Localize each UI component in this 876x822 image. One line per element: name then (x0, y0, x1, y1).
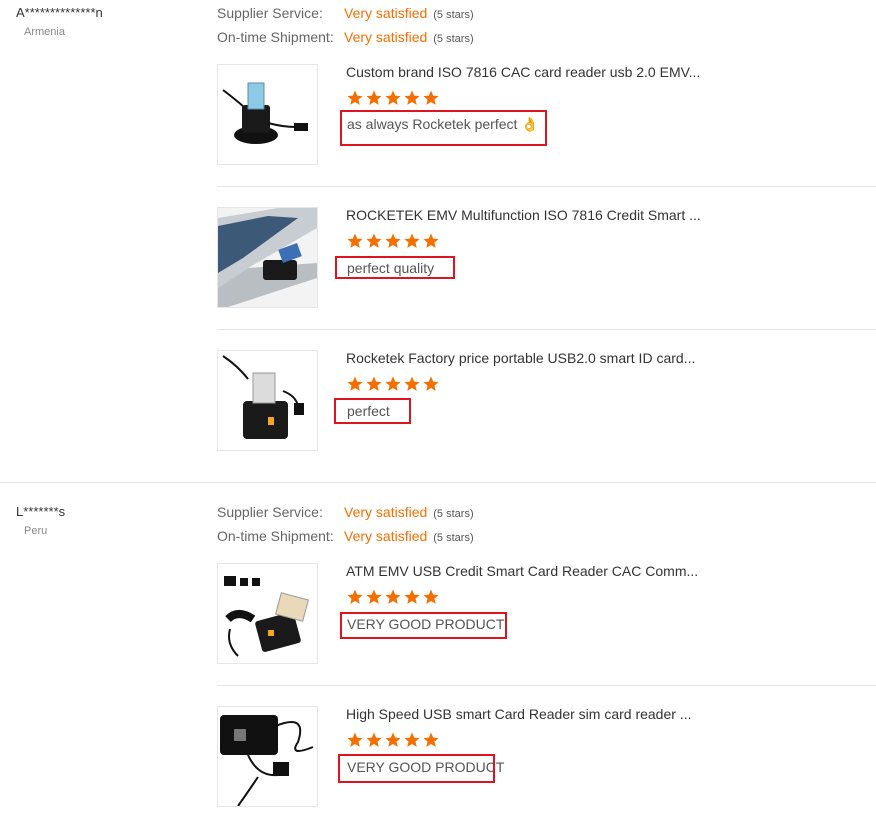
star-icon (346, 731, 364, 749)
highlight-box (334, 398, 411, 424)
shipment-value: Very satisfied (344, 29, 428, 45)
star-icon (365, 731, 383, 749)
buyer-name: L*******s (16, 504, 66, 519)
supplier-service-label: Supplier Service: (217, 504, 323, 520)
buyer-name: A**************n (16, 5, 103, 20)
shipment-stars: (5 stars) (433, 532, 474, 544)
star-icon (403, 375, 421, 393)
review-item: Custom brand ISO 7816 CAC card reader us… (217, 64, 876, 166)
star-icon (384, 731, 402, 749)
star-icon (422, 232, 440, 250)
card-reader-icon (220, 715, 314, 806)
buyer-country: Armenia (24, 26, 65, 38)
product-thumbnail[interactable] (217, 350, 318, 451)
product-title[interactable]: Custom brand ISO 7816 CAC card reader us… (346, 64, 700, 80)
rating-stars (346, 232, 441, 250)
item-divider (217, 186, 876, 187)
item-divider (217, 685, 876, 686)
buyer-divider (0, 482, 876, 483)
highlight-box (338, 754, 495, 783)
product-title[interactable]: ATM EMV USB Credit Smart Card Reader CAC… (346, 563, 698, 579)
star-icon (365, 232, 383, 250)
review-item: High Speed USB smart Card Reader sim car… (217, 706, 876, 808)
shipment-stars: (5 stars) (433, 33, 474, 45)
card-reader-icon (222, 82, 308, 144)
star-icon (422, 375, 440, 393)
product-title[interactable]: Rocketek Factory price portable USB2.0 s… (346, 350, 695, 366)
supplier-service-value: Very satisfied (344, 5, 428, 21)
highlight-box (340, 110, 547, 146)
buyer-country: Peru (24, 525, 48, 537)
review-item: ROCKETEK EMV Multifunction ISO 7816 Cred… (217, 207, 876, 309)
shipment-label: On-time Shipment: (217, 29, 334, 45)
star-icon (346, 375, 364, 393)
star-icon (384, 588, 402, 606)
product-thumbnail[interactable] (217, 207, 318, 308)
card-reader-icon (222, 355, 304, 439)
card-reader-icon (224, 576, 309, 657)
laptop-card-reader-icon (218, 208, 317, 307)
highlight-box (340, 612, 507, 639)
star-icon (403, 232, 421, 250)
shipment-row: On-time Shipment: Very satisfied (5 stars) (217, 528, 474, 544)
shipment-label: On-time Shipment: (217, 528, 334, 544)
supplier-service-row: Supplier Service: Very satisfied (5 stars) (217, 5, 474, 21)
product-thumbnail[interactable] (217, 64, 318, 165)
rating-stars (346, 375, 441, 393)
star-icon (365, 588, 383, 606)
highlight-box (335, 256, 455, 279)
supplier-service-row: Supplier Service: Very satisfied (5 stars) (217, 504, 474, 520)
star-icon (365, 89, 383, 107)
star-icon (384, 89, 402, 107)
star-icon (422, 588, 440, 606)
item-divider (217, 329, 876, 330)
supplier-service-stars: (5 stars) (433, 9, 474, 21)
star-icon (403, 588, 421, 606)
supplier-service-value: Very satisfied (344, 504, 428, 520)
star-icon (422, 731, 440, 749)
review-item: ATM EMV USB Credit Smart Card Reader CAC… (217, 563, 876, 665)
rating-stars (346, 89, 441, 107)
product-thumbnail[interactable] (217, 563, 318, 664)
product-thumbnail[interactable] (217, 706, 318, 807)
star-icon (346, 232, 364, 250)
star-icon (346, 588, 364, 606)
review-item: Rocketek Factory price portable USB2.0 s… (217, 350, 876, 452)
star-icon (384, 375, 402, 393)
star-icon (365, 375, 383, 393)
product-title[interactable]: ROCKETEK EMV Multifunction ISO 7816 Cred… (346, 207, 701, 223)
star-icon (403, 731, 421, 749)
shipment-value: Very satisfied (344, 528, 428, 544)
star-icon (422, 89, 440, 107)
rating-stars (346, 731, 441, 749)
star-icon (403, 89, 421, 107)
product-title[interactable]: High Speed USB smart Card Reader sim car… (346, 706, 691, 722)
supplier-service-stars: (5 stars) (433, 508, 474, 520)
supplier-service-label: Supplier Service: (217, 5, 323, 21)
star-icon (384, 232, 402, 250)
star-icon (346, 89, 364, 107)
rating-stars (346, 588, 441, 606)
shipment-row: On-time Shipment: Very satisfied (5 stars) (217, 29, 474, 45)
